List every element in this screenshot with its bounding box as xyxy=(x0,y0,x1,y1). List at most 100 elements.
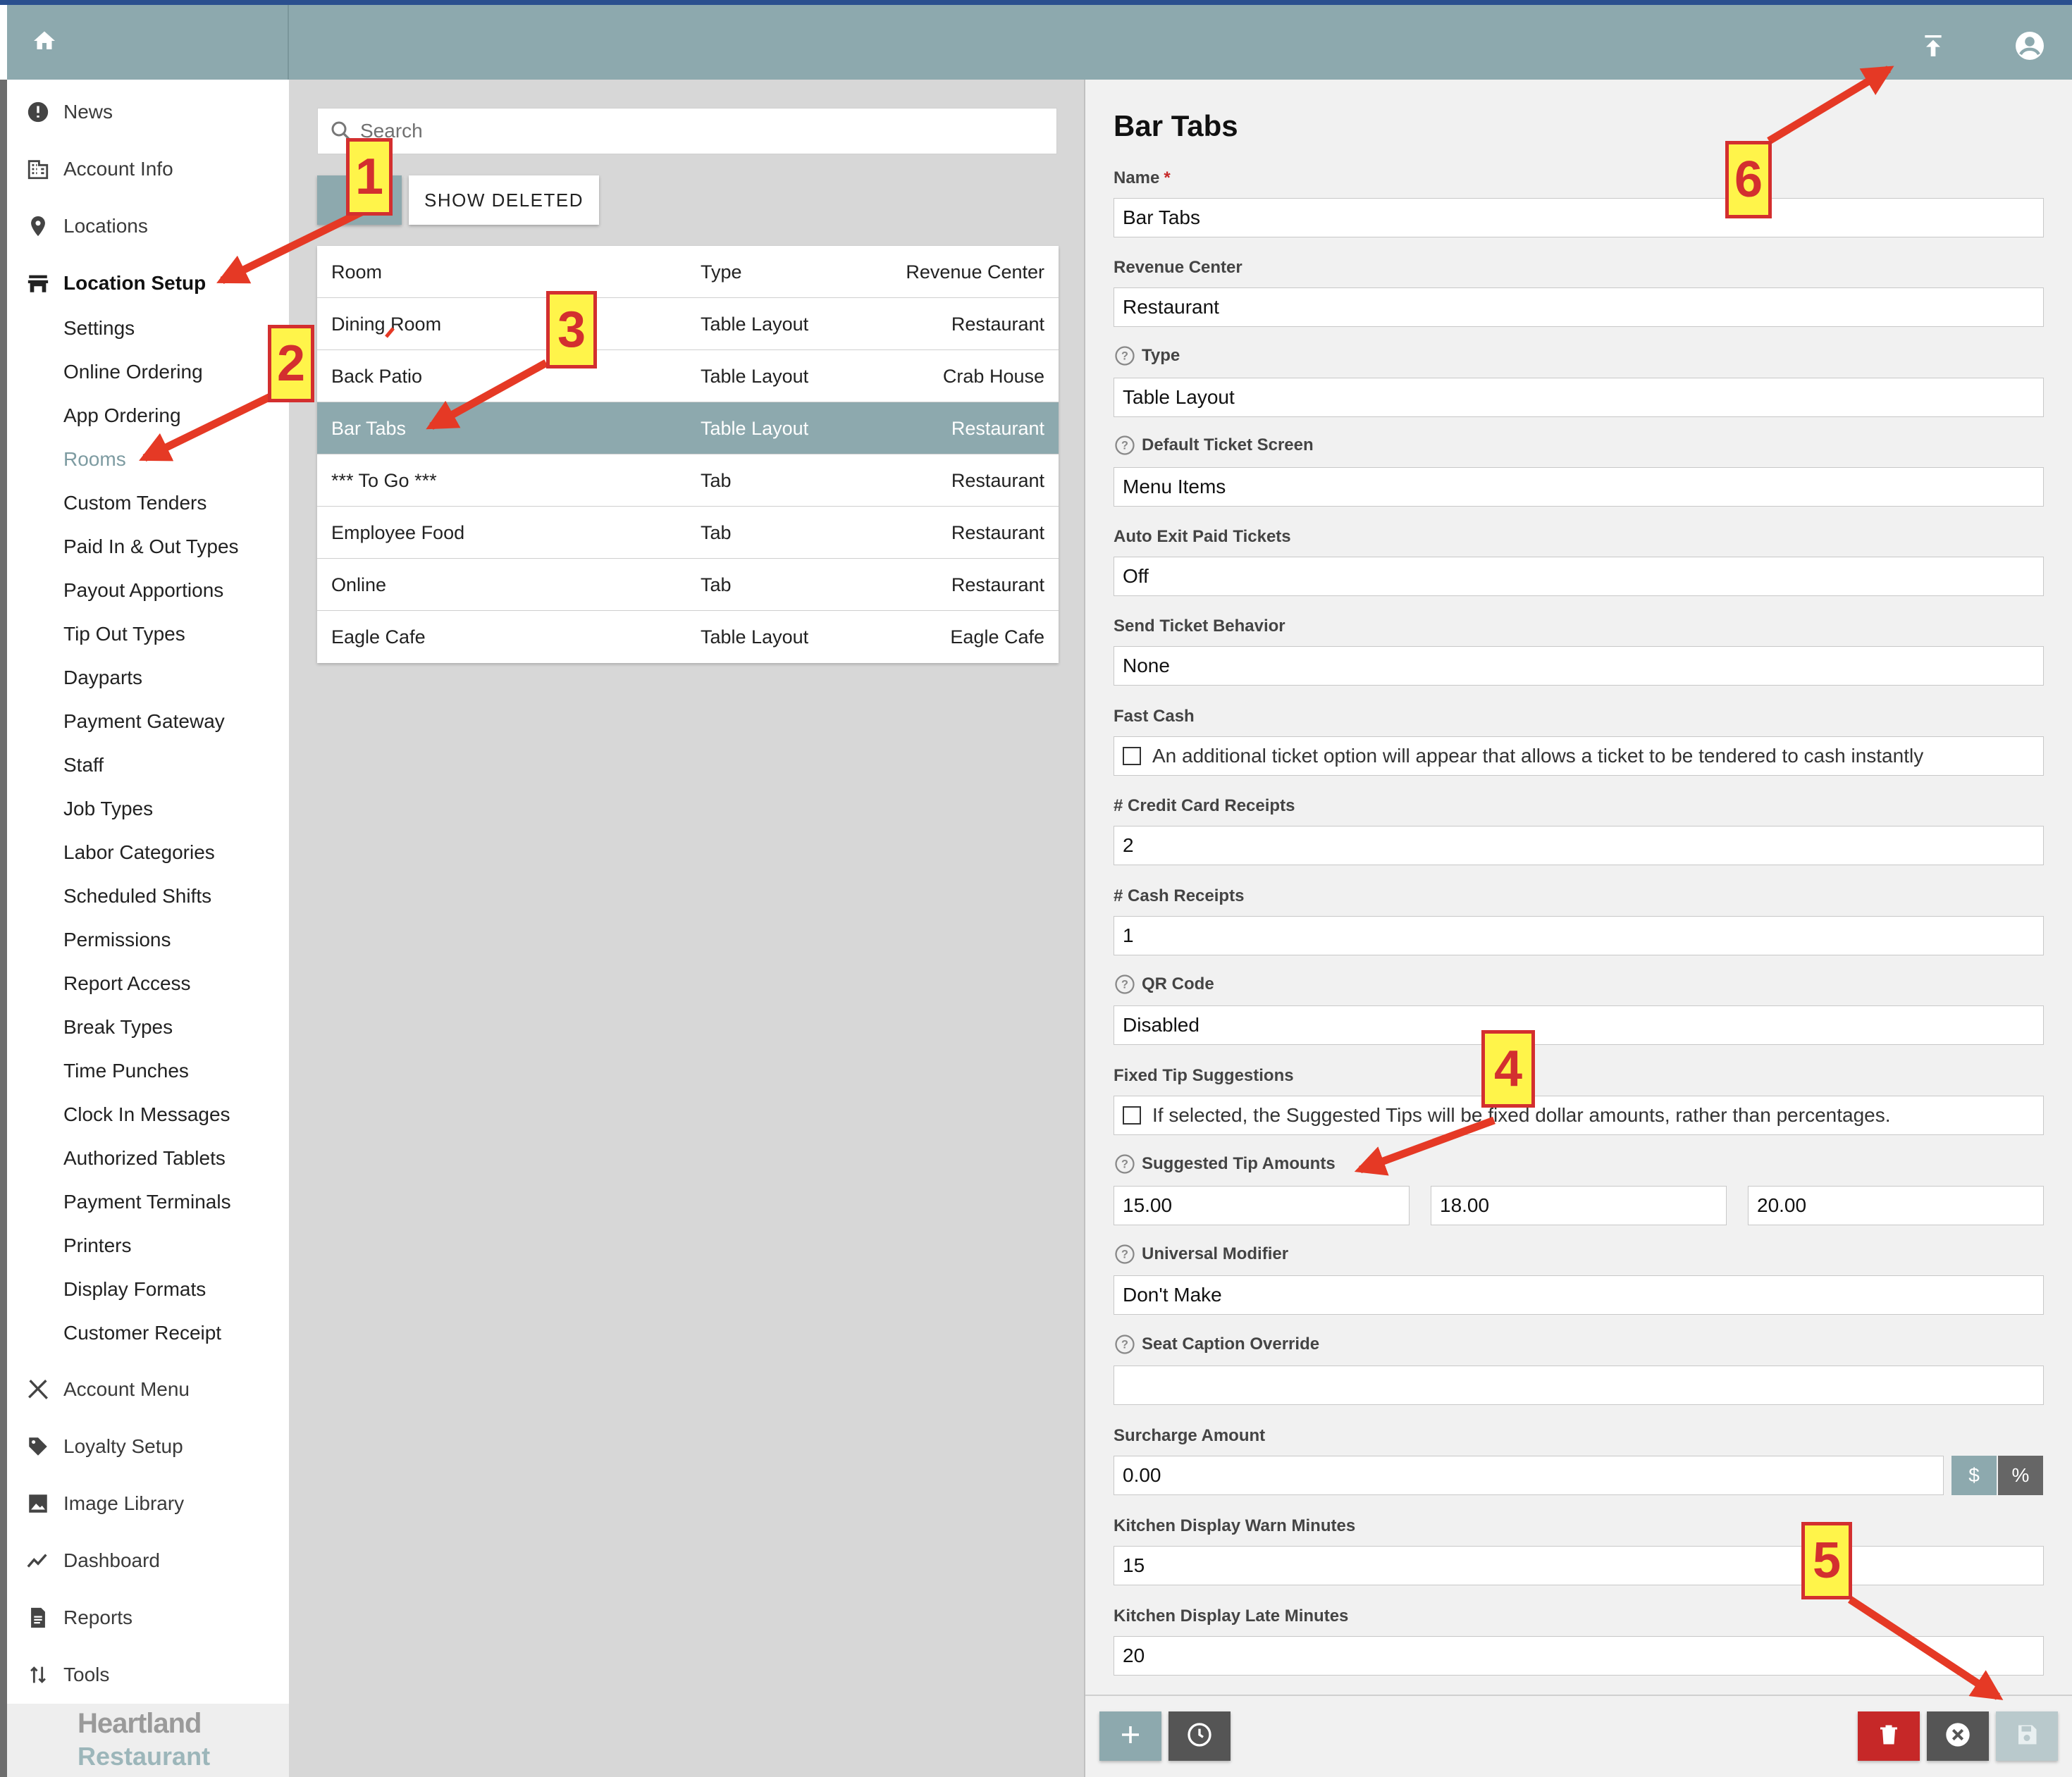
send-ticket-select[interactable]: None xyxy=(1114,646,2044,686)
sidebar-subitem-settings[interactable]: Settings xyxy=(63,309,135,348)
sidebar-item-image-library[interactable]: Image Library xyxy=(7,1482,289,1525)
sidebar-item-account-menu[interactable]: Account Menu xyxy=(7,1368,289,1411)
column-header-revenue-center[interactable]: Revenue Center xyxy=(906,246,1044,298)
sidebar-subitem-paid-in-out-types[interactable]: Paid In & Out Types xyxy=(63,527,239,566)
sidebar-item-location-setup[interactable]: Location Setup xyxy=(7,262,289,304)
help-icon[interactable]: ? xyxy=(1114,1333,1136,1356)
fixed-tip-field: If selected, the Suggested Tips will be … xyxy=(1114,1096,2044,1135)
sidebar-item-reports[interactable]: Reports xyxy=(7,1597,289,1639)
cell-room: Back Patio xyxy=(331,365,423,387)
required-marker: * xyxy=(1164,168,1171,187)
auto-exit-select[interactable]: Off xyxy=(1114,557,2044,596)
trend-line-icon xyxy=(21,1544,55,1578)
table-row[interactable]: Back Patio Table Layout Crab House xyxy=(317,350,1059,402)
help-icon[interactable]: ? xyxy=(1114,1153,1136,1175)
tip-amount-3-input[interactable]: 20.00 xyxy=(1748,1186,2044,1225)
fast-cash-field: An additional ticket option will appear … xyxy=(1114,736,2044,776)
delete-button[interactable] xyxy=(1858,1711,1920,1761)
table-row[interactable]: Dining Room Table Layout Restaurant xyxy=(317,298,1059,350)
cc-receipts-input[interactable]: 2 xyxy=(1114,826,2044,865)
upload-icon[interactable] xyxy=(1913,26,1953,66)
auto-exit-label: Auto Exit Paid Tickets xyxy=(1114,527,1291,546)
late-minutes-input[interactable]: 20 xyxy=(1114,1636,2044,1676)
sidebar-item-locations[interactable]: Locations xyxy=(7,205,289,247)
table-row-selected[interactable]: Bar Tabs Table Layout Restaurant xyxy=(317,402,1059,454)
surcharge-input[interactable]: 0.00 xyxy=(1114,1456,1944,1495)
account-circle-icon[interactable] xyxy=(2009,25,2051,67)
sidebar-item-label: Image Library xyxy=(63,1492,185,1514)
home-icon[interactable] xyxy=(28,25,61,57)
table-row[interactable]: Eagle Cafe Table Layout Eagle Cafe xyxy=(317,611,1059,663)
warn-minutes-input[interactable]: 15 xyxy=(1114,1546,2044,1585)
sidebar-subitem-permissions[interactable]: Permissions xyxy=(63,920,171,960)
table-row[interactable]: Online Tab Restaurant xyxy=(317,559,1059,611)
default-ticket-screen-select[interactable]: Menu Items xyxy=(1114,467,2044,507)
column-header-room[interactable]: Room xyxy=(331,246,382,298)
sidebar-item-tools[interactable]: Tools xyxy=(7,1654,289,1696)
sidebar-subitem-clock-in-messages[interactable]: Clock In Messages xyxy=(63,1095,230,1134)
sidebar-subitem-rooms[interactable]: Rooms xyxy=(63,440,126,479)
cell-revenue-center: Restaurant xyxy=(951,417,1044,439)
table-row[interactable]: Employee Food Tab Restaurant xyxy=(317,507,1059,559)
cash-receipts-input[interactable]: 1 xyxy=(1114,916,2044,955)
sidebar-item-label: Loyalty Setup xyxy=(63,1435,183,1457)
sidebar-item-dashboard[interactable]: Dashboard xyxy=(7,1540,289,1582)
sidebar-subitem-staff[interactable]: Staff xyxy=(63,745,104,785)
type-select[interactable]: Table Layout xyxy=(1114,378,2044,417)
tip-amount-1-input[interactable]: 15.00 xyxy=(1114,1186,1410,1225)
sidebar-item-label: Account Menu xyxy=(63,1378,190,1400)
sidebar-subitem-labor-categories[interactable]: Labor Categories xyxy=(63,833,215,872)
sidebar-subitem-tip-out-types[interactable]: Tip Out Types xyxy=(63,614,185,654)
sidebar-item-news[interactable]: News xyxy=(7,91,289,133)
sidebar-subitem-display-formats[interactable]: Display Formats xyxy=(63,1270,206,1309)
sidebar-item-account-info[interactable]: Account Info xyxy=(7,148,289,190)
search-input[interactable]: Search xyxy=(317,108,1057,154)
fast-cash-checkbox[interactable] xyxy=(1123,747,1141,765)
table-row[interactable]: *** To Go *** Tab Restaurant xyxy=(317,454,1059,507)
cancel-button[interactable] xyxy=(1927,1711,1989,1761)
surcharge-dollar-toggle[interactable]: $ xyxy=(1951,1456,1997,1495)
show-deleted-button[interactable]: SHOW DELETED xyxy=(409,175,599,225)
name-field[interactable]: Bar Tabs xyxy=(1114,198,2044,237)
sidebar-subitem-online-ordering[interactable]: Online Ordering xyxy=(63,352,203,392)
sidebar-subitem-time-punches[interactable]: Time Punches xyxy=(63,1051,189,1091)
sidebar-subitem-app-ordering[interactable]: App Ordering xyxy=(63,396,181,435)
logo-line-2: Restaurant xyxy=(78,1742,211,1771)
seat-caption-label-text: Seat Caption Override xyxy=(1142,1335,1320,1354)
cell-room: Employee Food xyxy=(331,521,465,543)
help-icon[interactable]: ? xyxy=(1114,345,1136,367)
sidebar-subitem-payout-apportions[interactable]: Payout Apportions xyxy=(63,571,223,610)
fixed-tip-checkbox[interactable] xyxy=(1123,1106,1141,1125)
tip-amount-2-input[interactable]: 18.00 xyxy=(1431,1186,1727,1225)
svg-text:?: ? xyxy=(1121,979,1128,991)
sidebar-subitem-printers[interactable]: Printers xyxy=(63,1226,131,1265)
help-icon[interactable]: ? xyxy=(1114,973,1136,996)
universal-modifier-select[interactable]: Don't Make xyxy=(1114,1275,2044,1315)
left-edge-strip xyxy=(0,80,7,1777)
sidebar-subitem-custom-tenders[interactable]: Custom Tenders xyxy=(63,483,206,523)
revenue-center-select[interactable]: Restaurant xyxy=(1114,287,2044,327)
sidebar-item-loyalty-setup[interactable]: Loyalty Setup xyxy=(7,1425,289,1468)
cell-revenue-center: Restaurant xyxy=(951,521,1044,543)
help-icon[interactable]: ? xyxy=(1114,434,1136,457)
history-button[interactable] xyxy=(1168,1711,1231,1761)
surcharge-percent-toggle[interactable]: % xyxy=(1998,1456,2043,1495)
help-icon[interactable]: ? xyxy=(1114,1243,1136,1265)
logo-line-1: Heartland xyxy=(78,1708,202,1739)
sidebar-item-label: Reports xyxy=(63,1606,133,1628)
sidebar-subitem-payment-gateway[interactable]: Payment Gateway xyxy=(63,702,225,741)
sidebar-subitem-job-types[interactable]: Job Types xyxy=(63,789,153,829)
sidebar-subitem-payment-terminals[interactable]: Payment Terminals xyxy=(63,1182,231,1222)
sidebar-subitem-customer-receipt[interactable]: Customer Receipt xyxy=(63,1313,221,1353)
sidebar-subitem-authorized-tablets[interactable]: Authorized Tablets xyxy=(63,1139,226,1178)
save-button[interactable] xyxy=(1996,1711,2058,1761)
sidebar-subitem-dayparts[interactable]: Dayparts xyxy=(63,658,142,698)
sidebar-subitem-scheduled-shifts[interactable]: Scheduled Shifts xyxy=(63,877,211,916)
sidebar-subitem-report-access[interactable]: Report Access xyxy=(63,964,191,1003)
sidebar-subitem-break-types[interactable]: Break Types xyxy=(63,1008,173,1047)
cell-room: Online xyxy=(331,574,387,595)
seat-caption-input[interactable] xyxy=(1114,1366,2044,1405)
qr-code-select[interactable]: Disabled xyxy=(1114,1005,2044,1045)
add-button[interactable] xyxy=(1099,1711,1161,1761)
column-header-type[interactable]: Type xyxy=(701,246,742,298)
